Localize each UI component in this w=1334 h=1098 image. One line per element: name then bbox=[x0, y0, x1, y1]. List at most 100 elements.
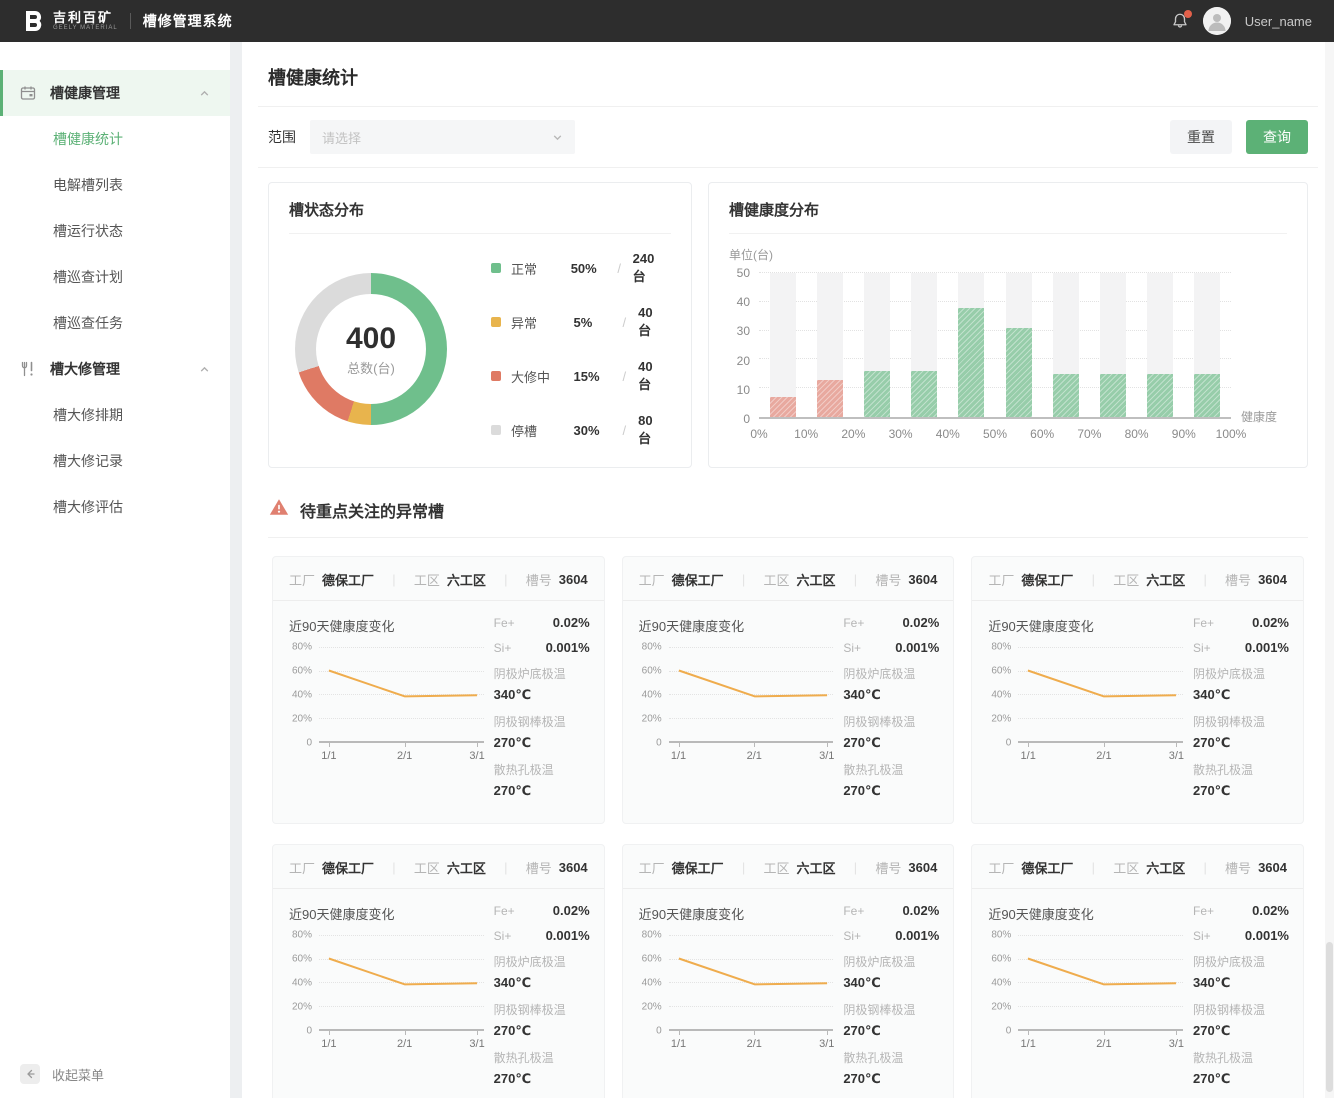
metric: 阴极炉底极温340℃ bbox=[843, 953, 939, 992]
factory-value: 德保工厂 bbox=[322, 570, 374, 589]
bar-column bbox=[995, 273, 1042, 417]
metric-value: 270℃ bbox=[494, 735, 531, 750]
trend-chart: 80%60%40%20%01/12/13/1 bbox=[289, 935, 484, 1049]
metric-label: 阴极钢棒极温 bbox=[1193, 1001, 1289, 1018]
metric-value: 0.02% bbox=[902, 615, 939, 630]
legend-percent: 30% bbox=[574, 423, 617, 438]
trend-ytick: 20% bbox=[642, 714, 662, 725]
range-select[interactable]: 请选择 bbox=[310, 120, 575, 154]
tank-metrics: Fe+0.02%Si+0.001%阴极炉底极温340℃阴极钢棒极温270℃散热孔… bbox=[843, 611, 939, 809]
tank-card-header: 工厂德保工厂|工区六工区|槽号3604 bbox=[273, 557, 604, 601]
sidebar-group-0[interactable]: 槽健康管理 bbox=[0, 70, 230, 116]
trend-ytick: 20% bbox=[292, 714, 312, 725]
metric: 阴极炉底极温340℃ bbox=[843, 665, 939, 704]
abnormal-tank-card[interactable]: 工厂德保工厂|工区六工区|槽号3604近90天健康度变化80%60%40%20%… bbox=[622, 844, 955, 1098]
trend-ytick: 40% bbox=[292, 690, 312, 701]
avatar[interactable] bbox=[1203, 7, 1231, 35]
arrow-left-icon bbox=[20, 1064, 40, 1084]
trend-xaxis: 1/12/13/1 bbox=[669, 743, 834, 761]
trend-ytick: 80% bbox=[991, 930, 1011, 941]
tank-number-label: 槽号 bbox=[1225, 858, 1251, 877]
bar-column bbox=[1184, 273, 1231, 417]
query-button[interactable]: 查询 bbox=[1246, 120, 1308, 154]
sidebar-item-0-2[interactable]: 槽运行状态 bbox=[0, 208, 230, 254]
scrollbar[interactable] bbox=[1325, 42, 1334, 1098]
metric: 阴极钢棒极温270℃ bbox=[1193, 1001, 1289, 1040]
legend-swatch bbox=[491, 263, 501, 273]
metric-label: 散热孔极温 bbox=[843, 1049, 939, 1066]
abnormal-tank-card[interactable]: 工厂德保工厂|工区六工区|槽号3604近90天健康度变化80%60%40%20%… bbox=[272, 844, 605, 1098]
trend-xtick: 3/1 bbox=[1169, 750, 1184, 762]
metric: 散热孔极温270℃ bbox=[494, 761, 590, 800]
tank-number-label: 槽号 bbox=[526, 858, 552, 877]
tank-number-value: 3604 bbox=[908, 860, 937, 875]
tank-number-value: 3604 bbox=[1258, 860, 1287, 875]
abnormal-tank-card[interactable]: 工厂德保工厂|工区六工区|槽号3604近90天健康度变化80%60%40%20%… bbox=[971, 844, 1304, 1098]
bar-column bbox=[1042, 273, 1089, 417]
trend-xtick: 2/1 bbox=[397, 750, 412, 762]
metric-label: 阴极钢棒极温 bbox=[843, 1001, 939, 1018]
legend-row: 停槽30%/80台 bbox=[491, 413, 665, 447]
calendar-icon bbox=[20, 85, 36, 101]
bar-value bbox=[1147, 374, 1173, 417]
factory-value: 德保工厂 bbox=[1021, 858, 1073, 877]
trend-chart: 80%60%40%20%01/12/13/1 bbox=[639, 935, 834, 1049]
divider: | bbox=[742, 572, 745, 587]
factory-label: 工厂 bbox=[289, 858, 315, 877]
range-select-placeholder: 请选择 bbox=[322, 128, 361, 147]
sidebar-item-1-0[interactable]: 槽大修排期 bbox=[0, 392, 230, 438]
trend-ytick: 60% bbox=[991, 954, 1011, 965]
notification-bell-icon[interactable] bbox=[1171, 12, 1189, 30]
bar-value bbox=[1100, 374, 1126, 417]
sidebar-item-0-1[interactable]: 电解槽列表 bbox=[0, 162, 230, 208]
divider: | bbox=[1203, 572, 1206, 587]
tank-number-value: 3604 bbox=[908, 572, 937, 587]
bar-value bbox=[864, 371, 890, 417]
bar-ytick: 30 bbox=[737, 324, 750, 338]
metric: 阴极炉底极温340℃ bbox=[494, 665, 590, 704]
metric-label: 散热孔极温 bbox=[494, 1049, 590, 1066]
divider bbox=[729, 233, 1287, 234]
divider: | bbox=[854, 860, 857, 875]
chevron-up-icon bbox=[199, 88, 210, 99]
filter-bar: 范围 请选择 重置 查询 bbox=[258, 107, 1318, 167]
trend-ytick: 40% bbox=[991, 978, 1011, 989]
metric-label: 阴极炉底极温 bbox=[1193, 953, 1289, 970]
metric-value: 340℃ bbox=[843, 687, 880, 702]
divider: | bbox=[742, 860, 745, 875]
abnormal-tank-card[interactable]: 工厂德保工厂|工区六工区|槽号3604近90天健康度变化80%60%40%20%… bbox=[272, 556, 605, 824]
metric: Si+0.001% bbox=[843, 928, 939, 943]
sidebar-item-0-4[interactable]: 槽巡查任务 bbox=[0, 300, 230, 346]
abnormal-tank-card[interactable]: 工厂德保工厂|工区六工区|槽号3604近90天健康度变化80%60%40%20%… bbox=[622, 556, 955, 824]
metric: Si+0.001% bbox=[494, 928, 590, 943]
bar-track bbox=[1147, 273, 1173, 417]
trend-title: 近90天健康度变化 bbox=[639, 616, 834, 635]
sidebar-item-0-3[interactable]: 槽巡查计划 bbox=[0, 254, 230, 300]
metric-label: Si+ bbox=[1193, 929, 1211, 943]
bar-xtick: 10% bbox=[794, 427, 818, 441]
status-distribution-card: 槽状态分布 400 总数(台) 正常50%/240台异常5%/40台大修中15%… bbox=[268, 182, 692, 468]
sidebar-item-1-2[interactable]: 槽大修评估 bbox=[0, 484, 230, 530]
sidebar-group-1[interactable]: 槽大修管理 bbox=[0, 346, 230, 392]
metric: 散热孔极温270℃ bbox=[1193, 1049, 1289, 1088]
legend-swatch bbox=[491, 425, 501, 435]
sidebar-item-0-0[interactable]: 槽健康统计 bbox=[0, 116, 230, 162]
bar-column bbox=[853, 273, 900, 417]
trend-xaxis: 1/12/13/1 bbox=[319, 1031, 484, 1049]
user-name[interactable]: User_name bbox=[1245, 14, 1312, 29]
trend-xtick: 1/1 bbox=[1021, 750, 1036, 762]
reset-button[interactable]: 重置 bbox=[1170, 120, 1232, 154]
tank-card-header: 工厂德保工厂|工区六工区|槽号3604 bbox=[623, 557, 954, 601]
bar-track bbox=[958, 273, 984, 417]
sidebar-item-1-1[interactable]: 槽大修记录 bbox=[0, 438, 230, 484]
bar-xtick: 80% bbox=[1125, 427, 1149, 441]
scrollbar-thumb[interactable] bbox=[1326, 942, 1333, 1092]
metric-label: 阴极钢棒极温 bbox=[843, 713, 939, 730]
collapse-menu-button[interactable]: 收起菜单 bbox=[20, 1064, 104, 1084]
bar-track bbox=[1006, 273, 1032, 417]
area-label: 工区 bbox=[1113, 858, 1139, 877]
trend-yaxis: 80%60%40%20%0 bbox=[289, 935, 319, 1031]
abnormal-tank-card[interactable]: 工厂德保工厂|工区六工区|槽号3604近90天健康度变化80%60%40%20%… bbox=[971, 556, 1304, 824]
bar-ytick: 20 bbox=[737, 354, 750, 368]
brand-logo: 吉利百矿 GEELY MATERIAL bbox=[22, 9, 118, 33]
